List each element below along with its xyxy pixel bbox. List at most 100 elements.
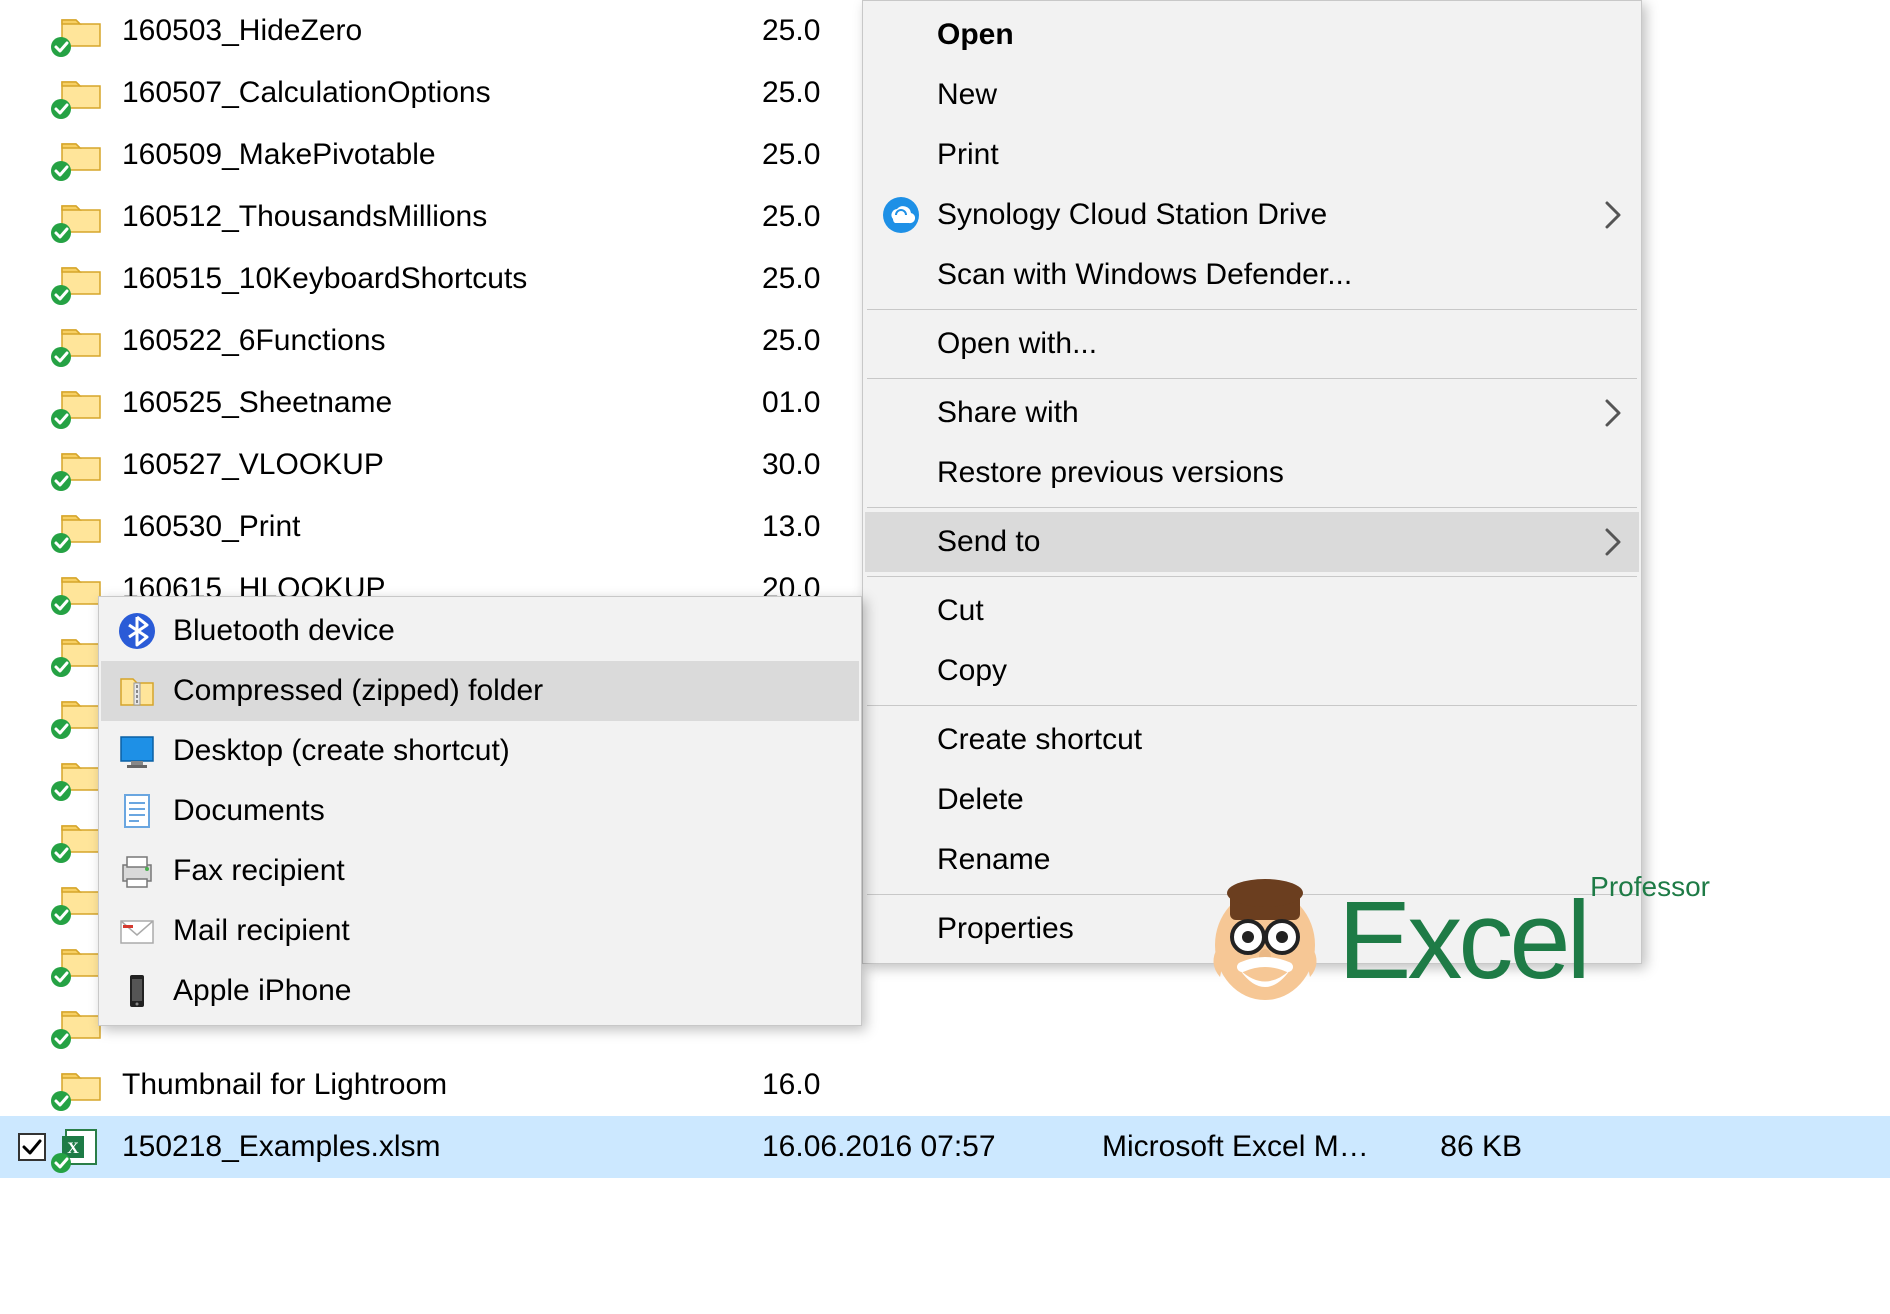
file-name: 160527_VLOOKUP <box>122 448 762 482</box>
menu-item-copy[interactable]: Copy <box>865 641 1639 701</box>
file-date: 16.06.2016 07:57 <box>762 1130 1102 1164</box>
menu-label: Synology Cloud Station Drive <box>937 198 1327 232</box>
context-menu[interactable]: Open New Print Synology Cloud Station Dr… <box>862 0 1642 964</box>
menu-item-open[interactable]: Open <box>865 5 1639 65</box>
menu-item-rename[interactable]: Rename <box>865 830 1639 890</box>
file-name: 160503_HideZero <box>122 14 762 48</box>
menu-label: Scan with Windows Defender... <box>937 258 1352 292</box>
menu-label: Open with... <box>937 327 1097 361</box>
sync-badge-icon <box>50 98 72 120</box>
menu-item-delete[interactable]: Delete <box>865 770 1639 830</box>
folder-icon <box>60 692 102 734</box>
file-name: 160509_MakePivotable <box>122 138 762 172</box>
folder-icon <box>60 816 102 858</box>
mail-icon <box>117 911 157 951</box>
file-type: Microsoft Excel M… <box>1102 1130 1402 1164</box>
file-row[interactable]: Thumbnail for Lightroom 16.0 <box>0 1054 1890 1116</box>
menu-label: Bluetooth device <box>173 614 395 648</box>
fax-icon <box>117 851 157 891</box>
folder-icon <box>60 72 102 114</box>
submenu-item-documents[interactable]: Documents <box>101 781 859 841</box>
folder-icon <box>60 568 102 610</box>
menu-label: Cut <box>937 594 984 628</box>
file-name: 150218_Examples.xlsm <box>122 1130 762 1164</box>
sync-badge-icon <box>50 346 72 368</box>
menu-item-print[interactable]: Print <box>865 125 1639 185</box>
xlsm-icon <box>60 1126 102 1168</box>
menu-item-cloud[interactable]: Synology Cloud Station Drive <box>865 185 1639 245</box>
menu-label: Share with <box>937 396 1079 430</box>
folder-icon <box>60 382 102 424</box>
menu-item-create-shortcut[interactable]: Create shortcut <box>865 710 1639 770</box>
sync-badge-icon <box>50 160 72 182</box>
submenu-item-fax[interactable]: Fax recipient <box>101 841 859 901</box>
menu-item-send-to[interactable]: Send to <box>865 512 1639 572</box>
submenu-item-desktop[interactable]: Desktop (create shortcut) <box>101 721 859 781</box>
sync-badge-icon <box>50 1152 72 1174</box>
submenu-item-zip[interactable]: Compressed (zipped) folder <box>101 661 859 721</box>
iphone-icon <box>117 971 157 1011</box>
submenu-item-mail[interactable]: Mail recipient <box>101 901 859 961</box>
file-name: 160512_ThousandsMillions <box>122 200 762 234</box>
menu-label: Create shortcut <box>937 723 1142 757</box>
file-name: 160522_6Functions <box>122 324 762 358</box>
zip-folder-icon <box>117 671 157 711</box>
sync-badge-icon <box>50 284 72 306</box>
menu-separator <box>867 705 1637 706</box>
menu-label: Print <box>937 138 999 172</box>
menu-label: Fax recipient <box>173 854 345 888</box>
menu-item-defender[interactable]: Scan with Windows Defender... <box>865 245 1639 305</box>
menu-label: Properties <box>937 912 1074 946</box>
menu-label: Mail recipient <box>173 914 350 948</box>
menu-label: Rename <box>937 843 1050 877</box>
file-date: 16.0 <box>762 1068 1062 1102</box>
sendto-submenu[interactable]: Bluetooth device Compressed (zipped) fol… <box>98 596 862 1026</box>
menu-label: Open <box>937 18 1014 52</box>
folder-icon <box>60 320 102 362</box>
submenu-item-bluetooth[interactable]: Bluetooth device <box>101 601 859 661</box>
sync-badge-icon <box>50 36 72 58</box>
folder-icon <box>60 444 102 486</box>
file-name: 160525_Sheetname <box>122 386 762 420</box>
submenu-item-iphone[interactable]: Apple iPhone <box>101 961 859 1021</box>
file-name: Thumbnail for Lightroom <box>122 1068 762 1102</box>
sync-badge-icon <box>50 222 72 244</box>
sync-badge-icon <box>50 904 72 926</box>
menu-label: Copy <box>937 654 1007 688</box>
sync-badge-icon <box>50 966 72 988</box>
folder-icon <box>60 258 102 300</box>
menu-label: Apple iPhone <box>173 974 351 1008</box>
menu-item-new[interactable]: New <box>865 65 1639 125</box>
sync-badge-icon <box>50 532 72 554</box>
checkbox-icon[interactable] <box>18 1133 46 1161</box>
chevron-right-icon <box>1605 201 1623 229</box>
menu-item-restore[interactable]: Restore previous versions <box>865 443 1639 503</box>
menu-separator <box>867 309 1637 310</box>
sync-badge-icon <box>50 656 72 678</box>
menu-item-cut[interactable]: Cut <box>865 581 1639 641</box>
menu-label: Documents <box>173 794 325 828</box>
menu-item-share-with[interactable]: Share with <box>865 383 1639 443</box>
menu-item-open-with[interactable]: Open with... <box>865 314 1639 374</box>
file-row-selected[interactable]: 150218_Examples.xlsm 16.06.2016 07:57 Mi… <box>0 1116 1890 1178</box>
chevron-right-icon <box>1605 399 1623 427</box>
documents-icon <box>117 791 157 831</box>
folder-icon <box>60 754 102 796</box>
menu-separator <box>867 507 1637 508</box>
desktop-icon <box>117 731 157 771</box>
chevron-right-icon <box>1605 528 1623 556</box>
menu-separator <box>867 576 1637 577</box>
menu-label: Delete <box>937 783 1024 817</box>
folder-icon <box>60 878 102 920</box>
sync-badge-icon <box>50 1028 72 1050</box>
menu-item-properties[interactable]: Properties <box>865 899 1639 959</box>
file-size: 86 KB <box>1402 1130 1522 1164</box>
folder-icon <box>60 10 102 52</box>
sync-badge-icon <box>50 470 72 492</box>
folder-icon <box>60 1064 102 1106</box>
menu-separator <box>867 894 1637 895</box>
cloud-icon <box>881 195 921 235</box>
menu-label: Restore previous versions <box>937 456 1284 490</box>
sync-badge-icon <box>50 1090 72 1112</box>
folder-icon <box>60 134 102 176</box>
